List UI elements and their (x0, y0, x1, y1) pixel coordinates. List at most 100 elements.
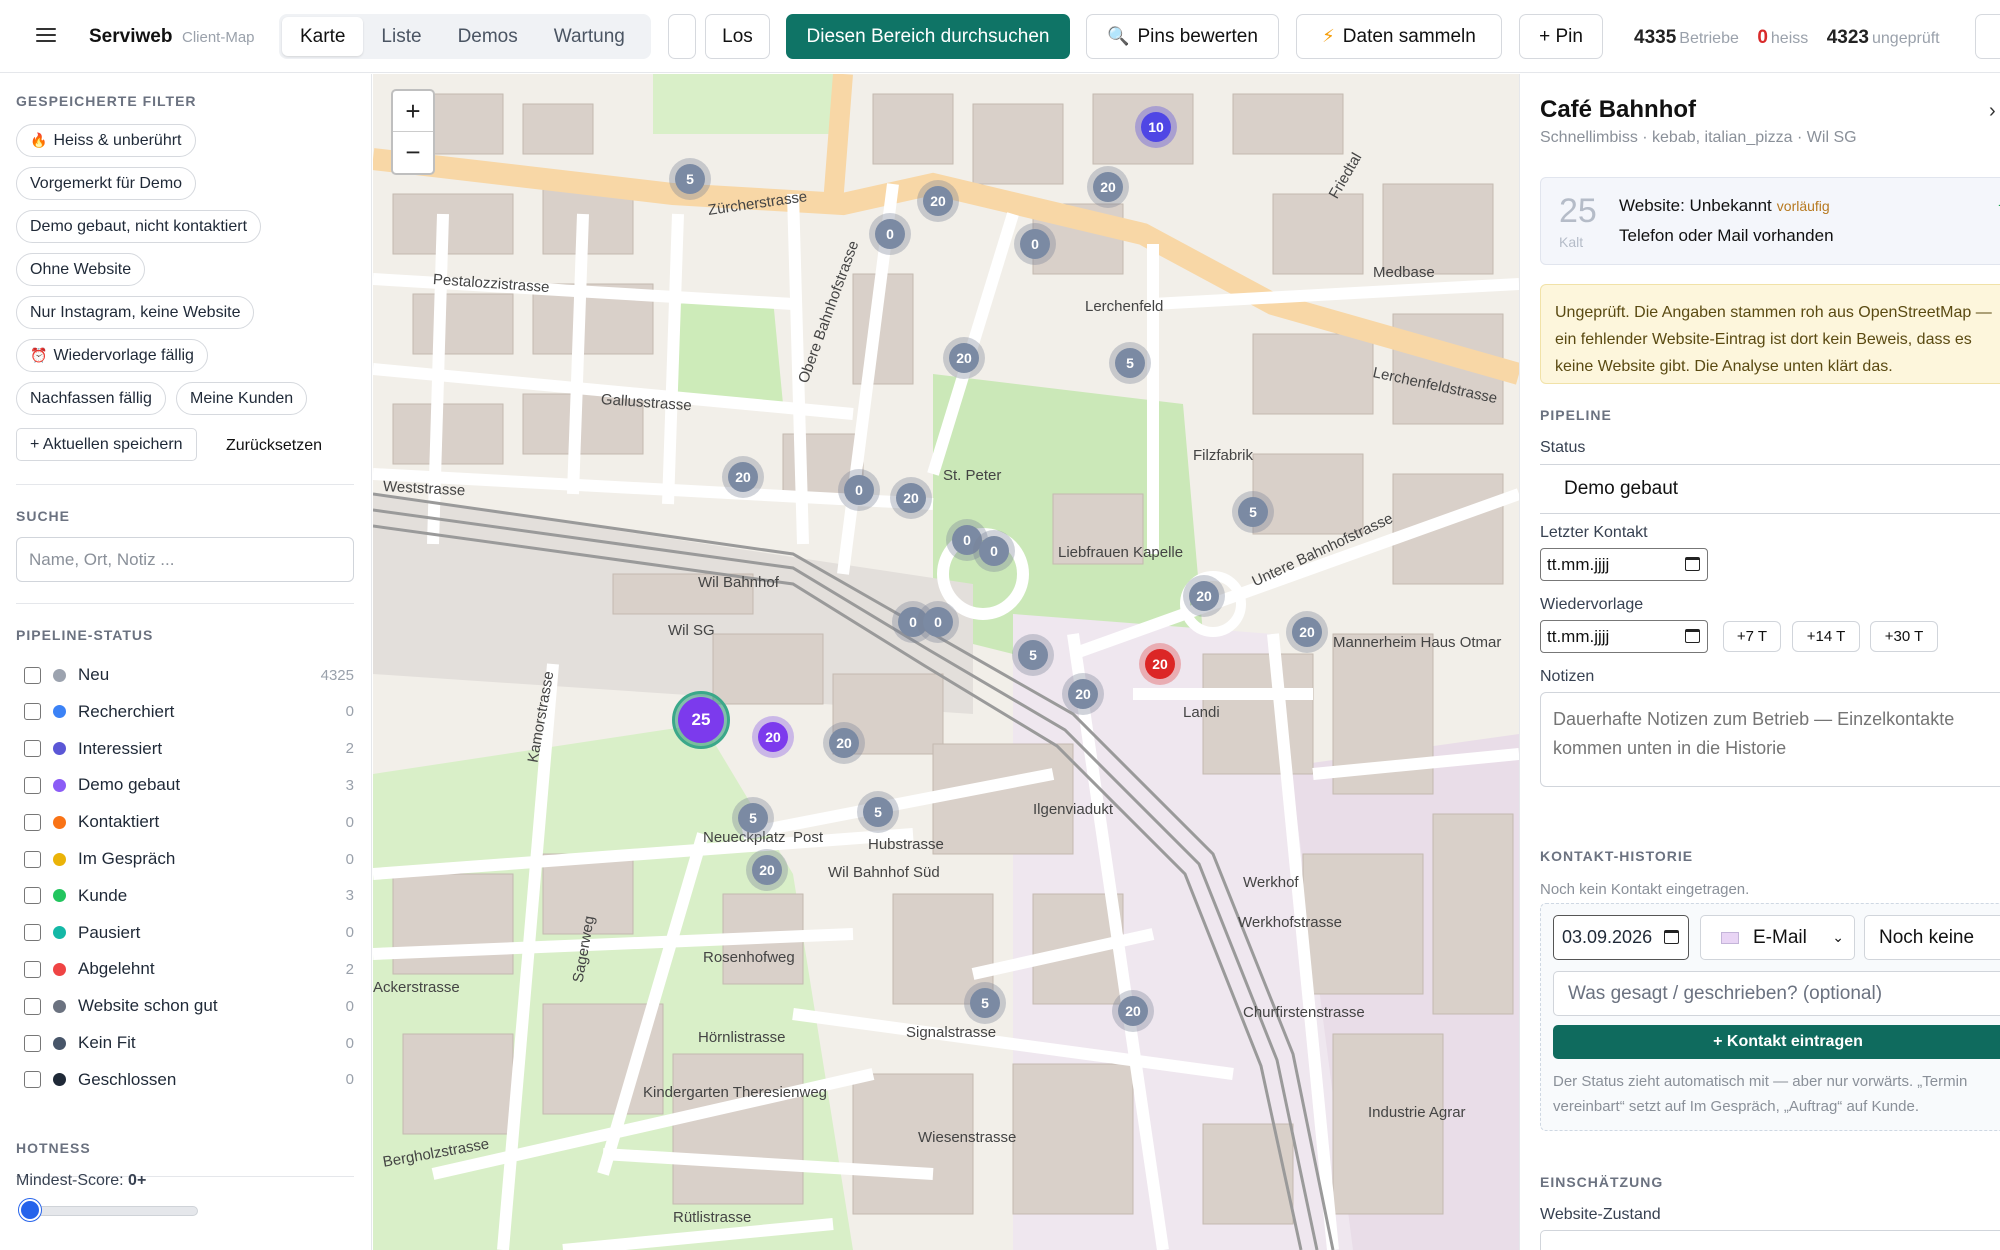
map-cluster-marker[interactable]: 20 (752, 716, 794, 758)
status-filter-row[interactable]: Demo gebaut 3 (16, 772, 354, 798)
map-cluster-marker[interactable]: 20 (823, 722, 865, 764)
filter-demo-not-contacted[interactable]: Demo gebaut, nicht kontaktiert (16, 210, 262, 243)
rate-pins-button[interactable]: 🔍 Pins bewerten (1086, 14, 1279, 59)
status-checkbox[interactable] (24, 924, 41, 942)
map-cluster-marker[interactable]: 5 (1012, 634, 1054, 676)
contact-channel-select[interactable]: E-Mail ⌄ (1700, 915, 1855, 960)
map-cluster-marker[interactable]: 20 (917, 180, 959, 222)
map-cluster-marker[interactable]: 5 (1232, 491, 1274, 533)
hotness-slider-handle[interactable] (19, 1199, 41, 1221)
map-cluster-marker[interactable]: 20 (890, 477, 932, 519)
map-cluster-marker[interactable]: 20 (943, 337, 985, 379)
status-checkbox[interactable] (24, 776, 41, 794)
status-checkbox[interactable] (24, 850, 41, 868)
map-cluster-marker[interactable]: 25 (672, 691, 730, 749)
save-current-filter-button[interactable]: + Aktuellen speichern (16, 428, 197, 461)
tab-demos[interactable]: Demos (440, 17, 536, 56)
map-cluster-marker[interactable]: 20 (746, 849, 788, 891)
filter-followup-due[interactable]: ⏰ Wiedervorlage fällig (16, 339, 208, 372)
map-cluster-marker[interactable]: 20 (1112, 990, 1154, 1032)
status-filter-row[interactable]: Neu 4325 (16, 662, 354, 688)
contact-text-input[interactable]: Was gesagt / geschrieben? (optional) (1553, 971, 2000, 1016)
zoom-out-button[interactable]: − (393, 132, 433, 173)
map-cluster-marker[interactable]: 5 (964, 982, 1006, 1024)
hotness-slider-track[interactable] (22, 1206, 198, 1216)
menu-icon[interactable] (36, 24, 56, 48)
status-filter-row[interactable]: Abgelehnt 2 (16, 956, 354, 982)
collect-data-button[interactable]: ⚡ Daten sammeln (1296, 14, 1502, 59)
cluster-count: 5 (1018, 640, 1048, 670)
map-cluster-marker[interactable]: 5 (669, 158, 711, 200)
map-cluster-marker[interactable]: 5 (857, 791, 899, 833)
status-filter-row[interactable]: Interessiert 2 (16, 736, 354, 762)
reset-filters-button[interactable]: Zurücksetzen (226, 437, 322, 455)
status-checkbox[interactable] (24, 997, 41, 1015)
last-contact-label: Letzter Kontakt (1540, 524, 1648, 541)
filter-no-website[interactable]: Ohne Website (16, 253, 146, 286)
status-checkbox[interactable] (24, 960, 41, 978)
filter-demo-reserved[interactable]: Vorgemerkt für Demo (16, 167, 197, 200)
status-filter-row[interactable]: Website schon gut 0 (16, 993, 354, 1019)
tab-liste[interactable]: Liste (363, 17, 439, 56)
map-cluster-marker[interactable]: 5 (732, 797, 774, 839)
cluster-count: 20 (758, 722, 788, 752)
followup-plus-7-button[interactable]: +7 T (1723, 621, 1781, 652)
status-filter-row[interactable]: Geschlossen 0 (16, 1067, 354, 1093)
stat-total-label: Betriebe (1679, 30, 1739, 47)
status-filter-row[interactable]: Im Gespräch 0 (16, 846, 354, 872)
followup-plus-14-button[interactable]: +14 T (1792, 621, 1860, 652)
map-cluster-marker[interactable]: 0 (1014, 223, 1056, 265)
last-contact-date-input[interactable]: tt.mm.jjjj (1540, 548, 1708, 581)
website-state-select[interactable] (1540, 1230, 2000, 1250)
location-input[interactable] (668, 14, 696, 59)
status-filter-row[interactable]: Kunde 3 (16, 883, 354, 909)
status-checkbox[interactable] (24, 703, 41, 721)
status-filter-row[interactable]: Pausiert 0 (16, 920, 354, 946)
go-button[interactable]: Los (705, 14, 770, 59)
filter-hot-untouched[interactable]: 🔥 Heiss & unberührt (16, 124, 196, 157)
map-cluster-marker[interactable]: 20 (1087, 166, 1129, 208)
status-checkbox[interactable] (24, 1071, 41, 1089)
contact-date-value: 03.09.2026 (1562, 927, 1653, 947)
map-cluster-marker[interactable]: 0 (917, 601, 959, 643)
map-cluster-marker[interactable]: 20 (1139, 643, 1181, 685)
contact-result-select[interactable]: Noch keine (1864, 915, 2000, 960)
map-cluster-marker[interactable]: 20 (1183, 575, 1225, 617)
map-cluster-marker[interactable]: 0 (869, 213, 911, 255)
filter-my-customers[interactable]: Meine Kunden (176, 382, 308, 415)
map-view[interactable]: + − Zürcherstrasse Pestalozzistrasse Gallu… (373, 74, 1519, 1250)
contact-date-input[interactable]: 03.09.2026 (1553, 915, 1689, 960)
map-cluster-marker[interactable]: 20 (1062, 673, 1104, 715)
status-select[interactable]: Demo gebaut (1540, 464, 2000, 514)
search-input[interactable] (16, 537, 354, 582)
more-button[interactable] (1975, 14, 2000, 59)
pipeline-status-title: PIPELINE-STATUS (16, 627, 154, 643)
tab-wartung[interactable]: Wartung (536, 17, 643, 56)
map-cluster-marker[interactable]: 20 (1286, 611, 1328, 653)
status-filter-row[interactable]: Recherchiert 0 (16, 699, 354, 725)
status-count: 3 (345, 887, 354, 905)
status-filter-row[interactable]: Kontaktiert 0 (16, 809, 354, 835)
search-area-button[interactable]: Diesen Bereich durchsuchen (786, 14, 1070, 59)
notes-textarea[interactable] (1540, 692, 2000, 787)
add-pin-button[interactable]: + Pin (1519, 14, 1603, 59)
followup-plus-30-button[interactable]: +30 T (1870, 621, 1938, 652)
tab-karte[interactable]: Karte (282, 17, 364, 56)
filter-chase-due[interactable]: Nachfassen fällig (16, 382, 166, 415)
status-checkbox[interactable] (24, 1034, 41, 1052)
zoom-in-button[interactable]: + (393, 91, 433, 132)
map-cluster-marker[interactable]: 20 (722, 456, 764, 498)
map-cluster-marker[interactable]: 5 (1109, 342, 1151, 384)
status-checkbox[interactable] (24, 887, 41, 905)
status-checkbox[interactable] (24, 813, 41, 831)
filter-instagram-only[interactable]: Nur Instagram, keine Website (16, 296, 255, 329)
status-checkbox[interactable] (24, 666, 41, 684)
followup-date-input[interactable]: tt.mm.jjjj (1540, 620, 1708, 653)
add-contact-button[interactable]: + Kontakt eintragen (1553, 1025, 2000, 1059)
map-cluster-marker[interactable]: 0 (973, 530, 1015, 572)
status-filter-row[interactable]: Kein Fit 0 (16, 1030, 354, 1056)
close-icon[interactable]: › (1989, 100, 1996, 123)
map-cluster-marker[interactable]: 0 (838, 469, 880, 511)
status-checkbox[interactable] (24, 740, 41, 758)
map-cluster-marker[interactable]: 10 (1135, 106, 1177, 148)
